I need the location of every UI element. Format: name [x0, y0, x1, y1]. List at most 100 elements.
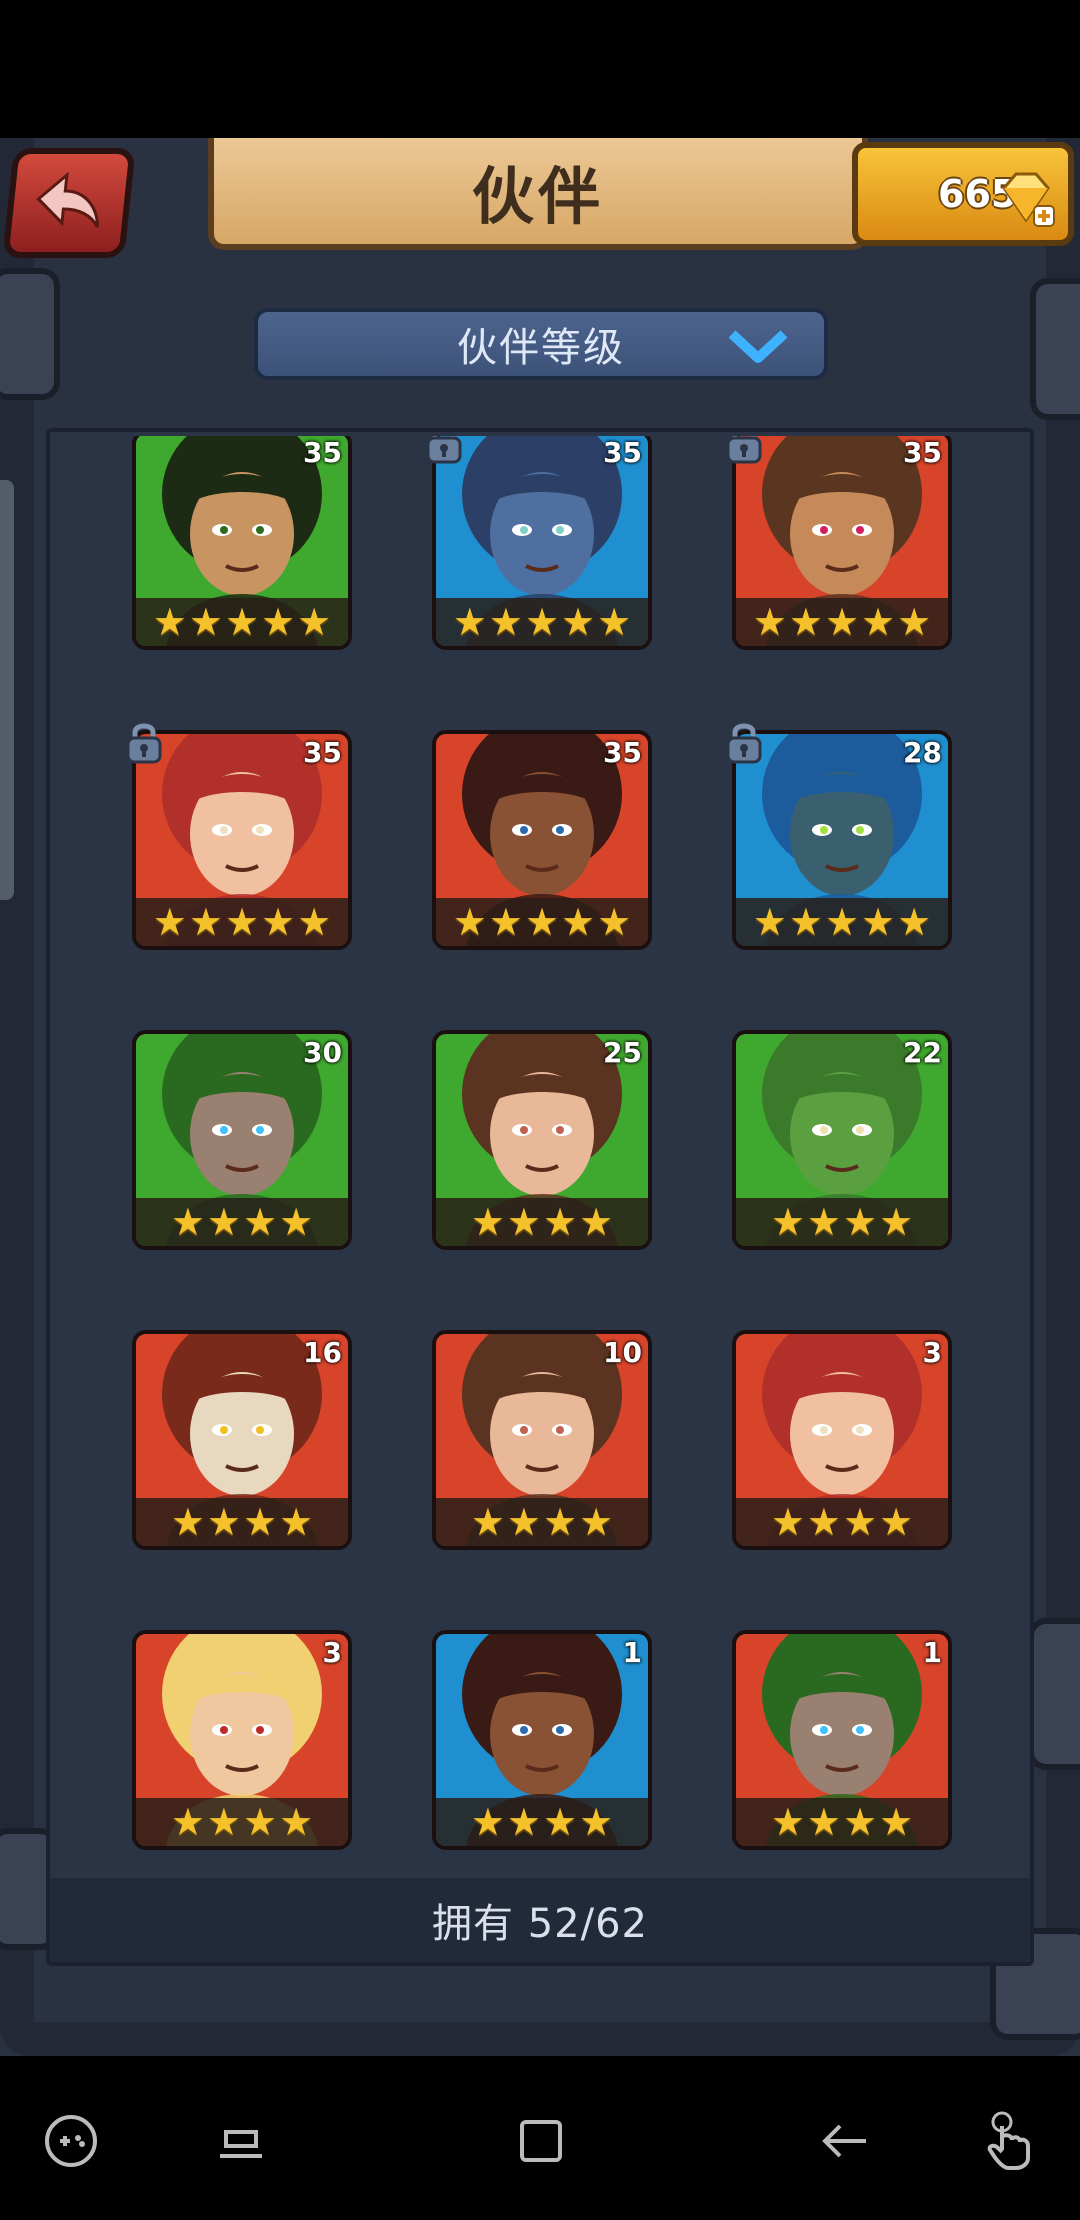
star-icon: ★: [188, 900, 223, 944]
star-icon: ★: [152, 900, 187, 944]
partner-card[interactable]: ★ ★ ★ ★ 22: [732, 1030, 952, 1250]
star-icon: ★: [752, 600, 787, 644]
star-icon: ★: [561, 900, 596, 944]
star-icon: ★: [470, 1500, 505, 1544]
home-icon[interactable]: [506, 2106, 576, 2176]
star-rating: ★ ★ ★ ★: [736, 1498, 948, 1546]
partner-card[interactable]: ★ ★ ★ ★ ★ 35: [426, 436, 652, 650]
touch-icon[interactable]: [974, 2106, 1044, 2176]
partner-level: 1: [622, 1636, 642, 1669]
star-icon: ★: [543, 1800, 578, 1844]
partner-card[interactable]: ★ ★ ★ ★ ★ 35: [432, 730, 652, 950]
partner-level: 28: [903, 736, 942, 769]
partner-card[interactable]: ★ ★ ★ ★ 16: [132, 1330, 352, 1550]
partner-level: 35: [603, 736, 642, 769]
star-icon: ★: [243, 1800, 278, 1844]
partner-card[interactable]: ★ ★ ★ ★ 10: [432, 1330, 652, 1550]
star-icon: ★: [297, 900, 332, 944]
star-icon: ★: [752, 900, 787, 944]
partner-card[interactable]: ★ ★ ★ ★ 1: [432, 1630, 652, 1850]
star-rating: ★ ★ ★ ★: [136, 1498, 348, 1546]
star-rating: ★ ★ ★ ★ ★: [136, 598, 348, 646]
star-rating: ★ ★ ★ ★ ★: [436, 598, 648, 646]
back-arrow-icon: [31, 171, 108, 235]
star-icon: ★: [243, 1200, 278, 1244]
star-rating: ★ ★ ★ ★ ★: [736, 898, 948, 946]
star-rating: ★ ★ ★ ★: [736, 1198, 948, 1246]
star-icon: ★: [170, 1500, 205, 1544]
star-icon: ★: [452, 600, 487, 644]
star-icon: ★: [597, 600, 632, 644]
star-icon: ★: [879, 1800, 914, 1844]
partner-level: 25: [603, 1036, 642, 1069]
owned-count-bar: 拥有 52/62: [50, 1878, 1030, 1962]
back-button[interactable]: [2, 148, 136, 258]
game-tools-icon[interactable]: [36, 2106, 106, 2176]
star-icon: ★: [297, 600, 332, 644]
star-icon: ★: [843, 1500, 878, 1544]
game-screen: 伙伴 665 伙伴等级 ★ ★ ★ ★ ★ 35 ★ ★ ★ ★ ★ 35 ★ ★ ★ ★ ★ 35 ★ ★ ★ ★ ★ 35…: [0, 138, 1080, 2056]
star-icon: ★: [279, 1800, 314, 1844]
gem-plus-icon: [994, 166, 1058, 230]
star-icon: ★: [261, 900, 296, 944]
edge-panel-handle[interactable]: [0, 480, 14, 900]
partner-card-inner: ★ ★ ★ ★: [136, 1634, 348, 1846]
star-icon: ★: [770, 1200, 805, 1244]
star-icon: ★: [824, 600, 860, 644]
partner-level: 35: [303, 736, 342, 769]
partner-card[interactable]: ★ ★ ★ ★ 3: [732, 1330, 952, 1550]
lock-icon: [726, 723, 762, 764]
lock-icon: [126, 723, 162, 764]
partner-level: 30: [303, 1036, 342, 1069]
partner-card[interactable]: ★ ★ ★ ★ ★ 35: [132, 436, 352, 650]
star-icon: ★: [506, 1200, 541, 1244]
title-banner: 伙伴: [208, 138, 868, 250]
partner-list-panel: ★ ★ ★ ★ ★ 35 ★ ★ ★ ★ ★ 35 ★ ★ ★ ★ ★ 35 ★ ★ ★ ★ ★ 35 ★ ★ ★ ★ ★ 35 ★ ★ ★ ★ ★…: [46, 428, 1034, 1966]
star-icon: ★: [770, 1500, 805, 1544]
status-bar: [0, 0, 1080, 138]
partner-card[interactable]: ★ ★ ★ ★ ★ 28: [726, 723, 952, 950]
partner-level: 35: [603, 436, 642, 469]
partner-card[interactable]: ★ ★ ★ ★ 30: [132, 1030, 352, 1250]
partner-card[interactable]: ★ ★ ★ ★ ★ 35: [726, 436, 952, 650]
partner-level: 10: [603, 1336, 642, 1369]
star-icon: ★: [543, 1200, 578, 1244]
star-icon: ★: [206, 1800, 241, 1844]
sort-label: 伙伴等级: [457, 325, 625, 371]
star-icon: ★: [806, 1800, 841, 1844]
partner-card[interactable]: ★ ★ ★ ★ 25: [432, 1030, 652, 1250]
gem-counter-button[interactable]: 665: [852, 142, 1074, 246]
star-icon: ★: [488, 600, 523, 644]
partner-card[interactable]: ★ ★ ★ ★ 3: [132, 1630, 352, 1850]
star-icon: ★: [843, 1800, 878, 1844]
partner-level: 1: [922, 1636, 942, 1669]
star-icon: ★: [806, 1200, 841, 1244]
sort-dropdown[interactable]: 伙伴等级: [254, 308, 828, 380]
partner-level: 16: [303, 1336, 342, 1369]
star-icon: ★: [879, 1500, 914, 1544]
star-icon: ★: [806, 1500, 841, 1544]
partner-grid[interactable]: ★ ★ ★ ★ ★ 35 ★ ★ ★ ★ ★ 35 ★ ★ ★ ★ ★ 35 ★ ★ ★ ★ ★ 35 ★ ★ ★ ★ ★ 35 ★ ★ ★ ★ ★…: [50, 436, 1030, 2006]
partner-card[interactable]: ★ ★ ★ ★ ★ 35: [126, 723, 352, 950]
star-icon: ★: [206, 1500, 241, 1544]
star-icon: ★: [188, 600, 223, 644]
star-rating: ★ ★ ★ ★: [736, 1798, 948, 1846]
star-rating: ★ ★ ★ ★ ★: [736, 598, 948, 646]
star-rating: ★ ★ ★ ★ ★: [436, 898, 648, 946]
star-icon: ★: [597, 900, 632, 944]
star-rating: ★ ★ ★ ★ ★: [136, 898, 348, 946]
star-icon: ★: [861, 600, 896, 644]
star-icon: ★: [897, 600, 932, 644]
star-icon: ★: [261, 600, 296, 644]
star-rating: ★ ★ ★ ★: [136, 1198, 348, 1246]
partner-level: 3: [922, 1336, 942, 1369]
star-rating: ★ ★ ★ ★: [436, 1798, 648, 1846]
star-icon: ★: [824, 900, 860, 944]
star-icon: ★: [788, 600, 823, 644]
star-rating: ★ ★ ★ ★: [436, 1198, 648, 1246]
stone-decoration: [0, 268, 60, 400]
recents-icon[interactable]: [206, 2106, 276, 2176]
star-icon: ★: [561, 600, 596, 644]
back-icon[interactable]: [810, 2106, 880, 2176]
partner-card[interactable]: ★ ★ ★ ★ 1: [732, 1630, 952, 1850]
